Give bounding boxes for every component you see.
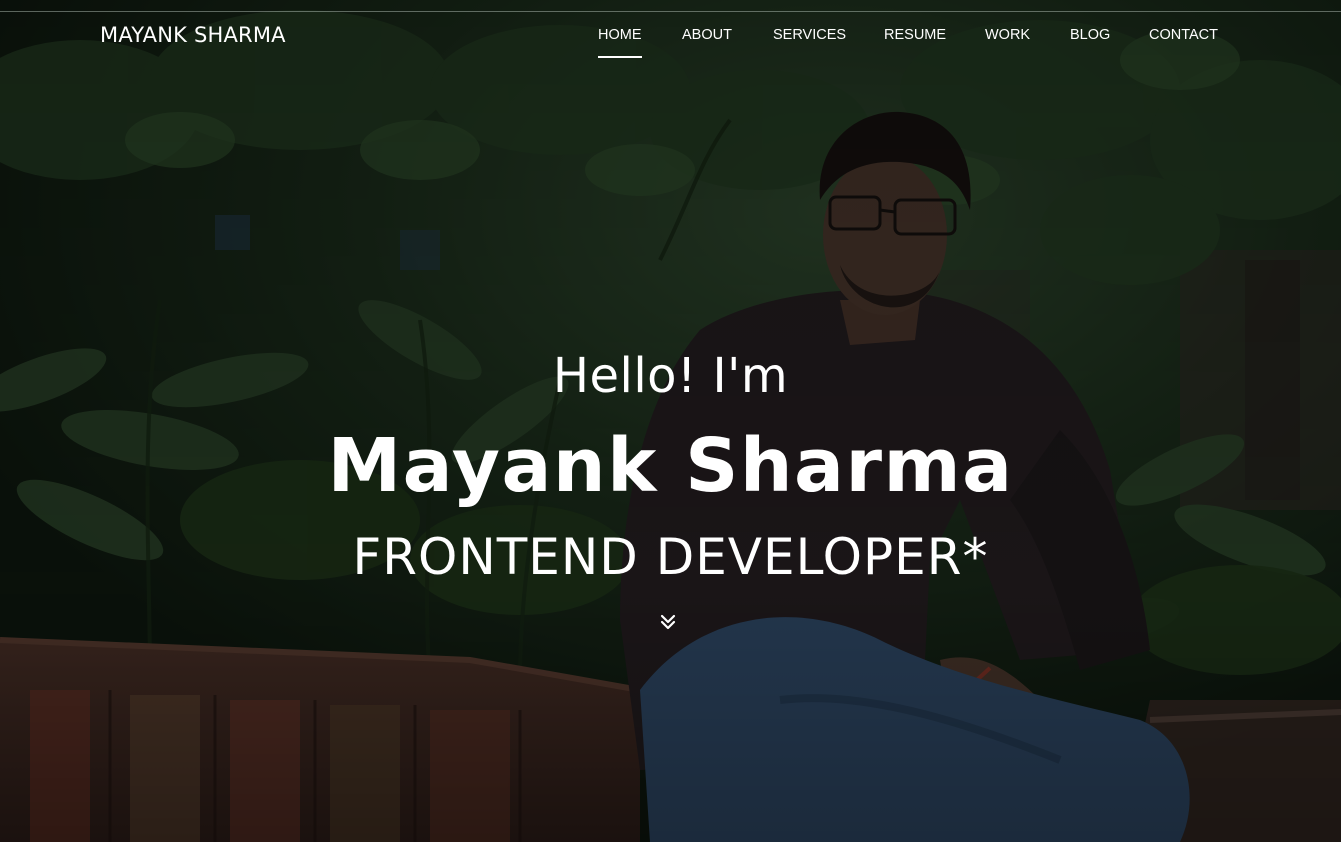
nav-item-services[interactable]: SERVICES xyxy=(773,27,846,43)
nav-item-contact[interactable]: CONTACT xyxy=(1149,27,1218,43)
hero-greeting: Hello! I'm xyxy=(552,348,789,404)
double-chevron-down-icon[interactable] xyxy=(659,613,677,631)
hero-background-photo xyxy=(0,0,1341,842)
hero-role-title: FRONTEND DEVELOPER* xyxy=(352,528,989,586)
nav-item-resume[interactable]: RESUME xyxy=(884,27,946,43)
brand-logo-text[interactable]: MAYANK SHARMA xyxy=(100,23,286,47)
hero-section: MAYANK SHARMA HOME ABOUT SERVICES RESUME… xyxy=(0,0,1341,842)
nav-item-work[interactable]: WORK xyxy=(985,27,1030,43)
nav-item-about[interactable]: ABOUT xyxy=(682,27,732,43)
main-navbar: MAYANK SHARMA HOME ABOUT SERVICES RESUME… xyxy=(0,12,1341,60)
hero-name-heading: Mayank Sharma xyxy=(327,423,1014,509)
nav-item-blog[interactable]: BLOG xyxy=(1070,27,1110,43)
nav-item-home[interactable]: HOME xyxy=(598,27,642,58)
